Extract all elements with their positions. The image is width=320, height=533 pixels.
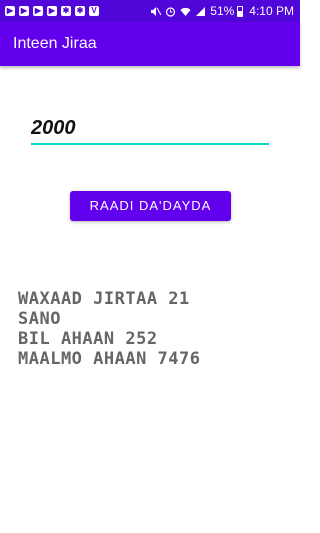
result-line-years: WAXAAD JIRTAA 21	[18, 289, 190, 309]
clock: 4:10 PM	[249, 4, 294, 18]
age-result: WAXAAD JIRTAA 21 SANO BIL AHAAN 252 MAAL…	[18, 289, 288, 369]
youtube-icon: ▶	[19, 6, 29, 16]
youtube-icon: ▶	[5, 6, 15, 16]
youtube-icon: ▶	[47, 6, 57, 16]
app-bar: Inteen Jiraa	[0, 22, 300, 66]
result-line-years-unit: SANO	[18, 309, 61, 329]
battery-icon	[237, 5, 244, 17]
settings-icon: ✱	[61, 6, 71, 16]
notification-icons: ▶ ▶ ▶ ▶ ✱ ✱ V	[5, 4, 103, 18]
status-bar: ▶ ▶ ▶ ▶ ✱ ✱ V 51% 4:10 PM	[0, 0, 300, 22]
wifi-icon	[180, 6, 191, 17]
app-title: Inteen Jiraa	[13, 35, 97, 52]
signal-icon	[195, 6, 206, 17]
result-line-days: MAALMO AHAAN 7476	[18, 349, 201, 369]
calculate-age-button[interactable]: RAADI DA'DAYDA	[70, 191, 231, 221]
v-icon: V	[89, 6, 99, 16]
mute-icon	[150, 6, 162, 17]
result-line-months: BIL AHAAN 252	[18, 329, 158, 349]
alarm-icon	[165, 6, 176, 17]
battery-percent: 51%	[210, 4, 235, 18]
youtube-icon: ▶	[33, 6, 43, 16]
settings-icon: ✱	[75, 6, 85, 16]
year-input[interactable]	[31, 113, 269, 143]
year-input-field[interactable]	[31, 113, 269, 145]
system-status: 51% 4:10 PM	[150, 3, 294, 19]
